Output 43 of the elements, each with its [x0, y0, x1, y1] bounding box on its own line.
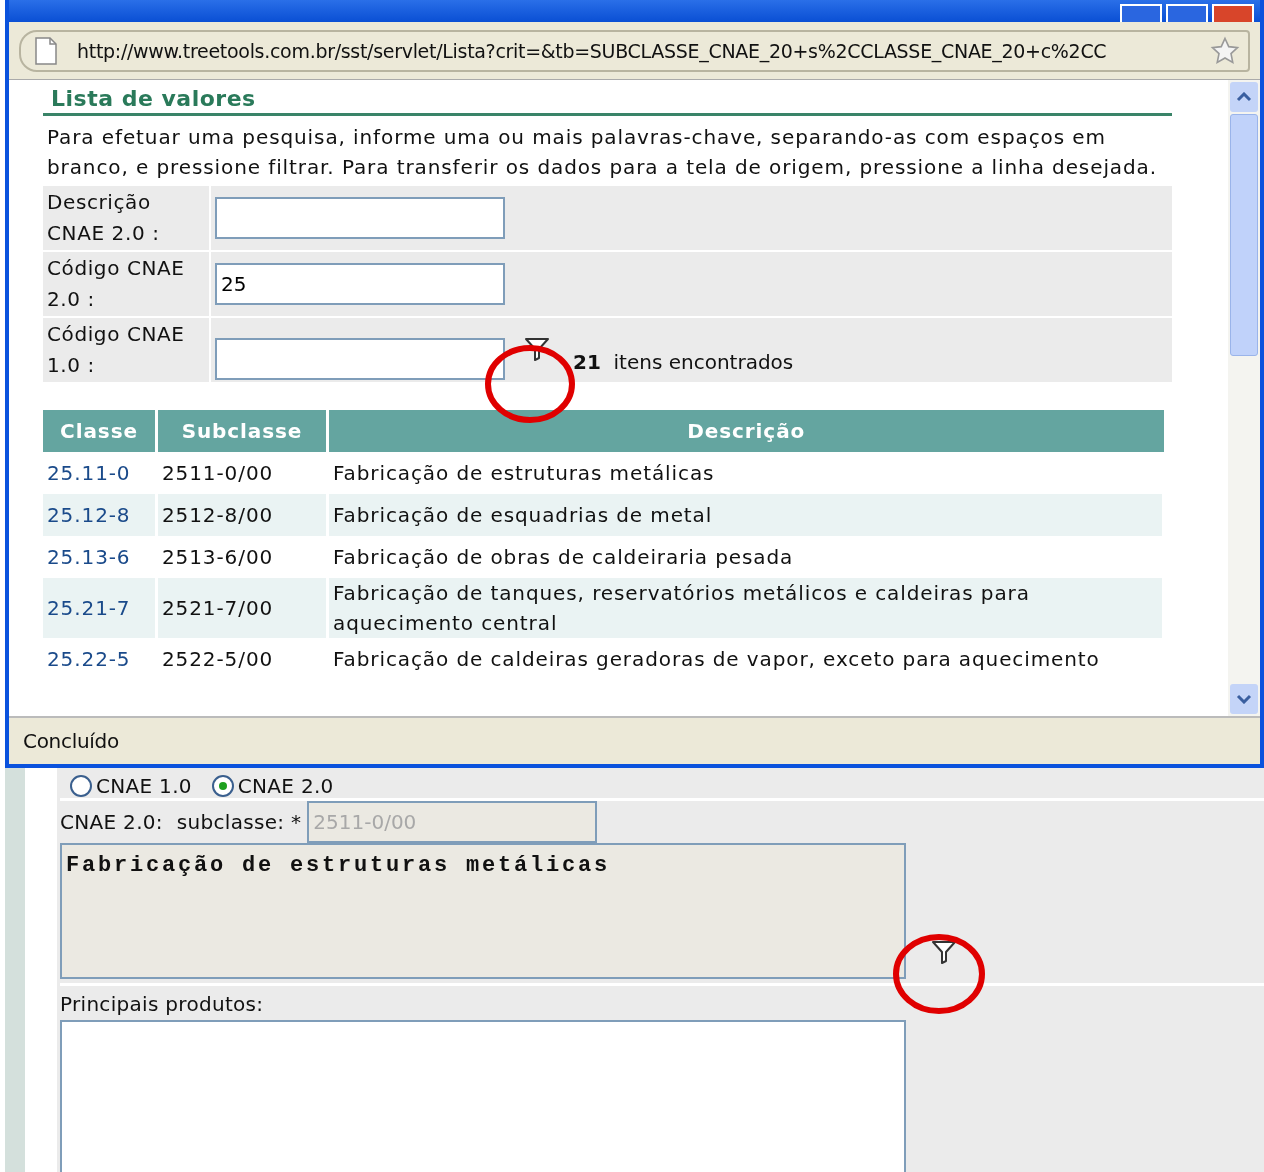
close-button[interactable] [1212, 4, 1254, 22]
scrollbar[interactable] [1228, 80, 1260, 716]
version-label: CNAE 2.0: [60, 810, 163, 834]
address-bar[interactable]: http://www.treetools.com.br/sst/servlet/Lista?crit=&tb=SUBCLASSE_CNAE_20+s%2CCLASSE_CNAE_20+c%2CC [19, 30, 1250, 72]
column-header: Descrição [327, 410, 1164, 452]
products-label: Principais produtos: [60, 991, 265, 1018]
subclass-label: subclasse: * [176, 810, 302, 834]
class-link[interactable]: 25.22-5 [47, 647, 131, 671]
table-cell: Fabricação de esquadrias de metal [327, 494, 1164, 536]
page-icon [33, 36, 59, 66]
minimize-button[interactable] [1120, 4, 1162, 22]
radio-option[interactable]: CNAE 1.0 [70, 774, 192, 798]
filter-input[interactable] [215, 197, 505, 239]
scroll-up-button[interactable] [1230, 82, 1258, 112]
filter-label: Código CNAE 2.0 : [43, 252, 211, 316]
chevron-up-icon [1236, 92, 1252, 102]
instructions-text: Para efetuar uma pesquisa, informe uma ou mais palavras-chave, separando-as com espaços em branco, e pressione filtrar. Para transferir os dados para a tela de origem, pressione a linha desejada. [47, 124, 1158, 181]
table-cell: Fabricação de tanques, reservatórios metálicos e caldeiras para aquecimento central [327, 578, 1164, 638]
filter-input[interactable]: 25 [215, 263, 505, 305]
chevron-down-icon [1236, 694, 1252, 704]
url-text: http://www.treetools.com.br/sst/servlet/Lista?crit=&tb=SUBCLASSE_CNAE_20+s%2CCLASSE_CNAE_20+c%2CC [77, 40, 1108, 62]
class-link[interactable]: 25.13-6 [47, 545, 131, 569]
table-cell: 2521-7/00 [156, 578, 328, 638]
dialog-title: Lista de valores [43, 86, 1172, 116]
table-cell: Fabricação de caldeiras geradoras de vapor, exceto para aquecimento [327, 638, 1164, 680]
filter-label: Código CNAE 1.0 : [43, 318, 211, 382]
filter-icon[interactable] [523, 336, 551, 362]
table-cell: 2512-8/00 [156, 494, 328, 536]
filter-icon[interactable] [930, 939, 958, 965]
bookmark-star-icon[interactable] [1210, 36, 1240, 66]
table-cell: 2522-5/00 [156, 638, 328, 680]
filter-label: Descrição CNAE 2.0 : [43, 186, 211, 250]
class-link[interactable]: 25.11-0 [47, 461, 131, 485]
scroll-thumb[interactable] [1230, 114, 1258, 356]
column-header: Classe [43, 410, 157, 452]
scroll-down-button[interactable] [1230, 684, 1258, 714]
result-count: 21 itens encontrados [573, 350, 794, 376]
description-textarea[interactable]: Fabricação de estruturas metálicas [60, 843, 906, 979]
column-header: Subclasse [156, 410, 328, 452]
radio-option[interactable]: CNAE 2.0 [211, 774, 334, 798]
maximize-button[interactable] [1166, 4, 1208, 22]
status-text: Concluído [23, 729, 119, 753]
filter-input[interactable] [215, 338, 505, 380]
